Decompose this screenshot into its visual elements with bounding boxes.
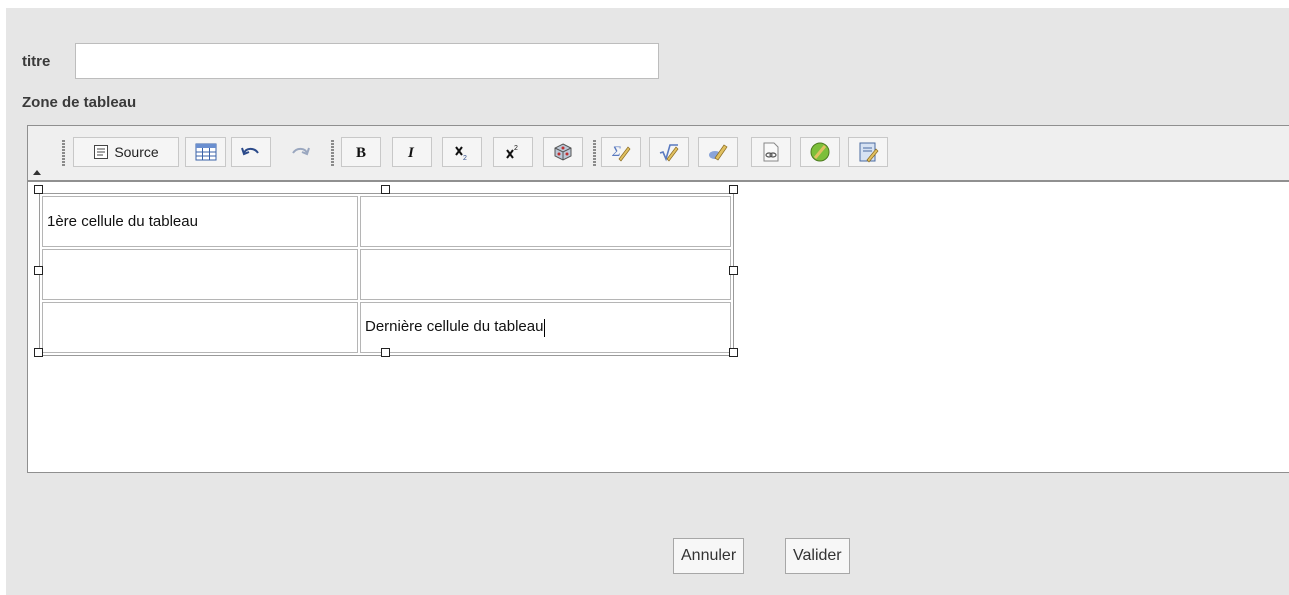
resize-handle[interactable] [34,185,43,194]
link-icon [763,142,779,162]
zone-label: Zone de tableau [22,94,137,111]
svg-text:2: 2 [463,155,467,161]
resize-handle[interactable] [381,348,390,357]
editable-table[interactable]: 1ère cellule du tableau Dernière cellule… [39,193,734,356]
svg-text:Σ: Σ [611,144,621,160]
text-caret [544,318,546,337]
green-ball-icon [810,142,830,162]
link-button[interactable] [751,137,791,167]
validate-button[interactable]: Valider [785,538,850,574]
editor-toolbar: Source B I 2 2 Σ [28,126,1289,182]
cube-icon [554,143,572,161]
svg-text:I: I [407,145,415,160]
sigma-edit-button[interactable]: Σ [601,137,641,167]
pencil-edit-button[interactable] [698,137,738,167]
table-cell[interactable]: 1ère cellule du tableau [42,196,358,247]
pencil-edit-icon [709,144,728,161]
notes-icon [859,142,879,163]
undo-icon [241,147,259,156]
table-row: 1ère cellule du tableau [42,196,731,247]
source-label: Source [114,144,159,160]
sqrt-edit-icon [659,144,679,162]
resize-handle[interactable] [381,185,390,194]
sigma-edit-icon: Σ [611,144,631,162]
undo-button[interactable] [231,137,271,167]
cancel-button[interactable]: Annuler [673,538,745,574]
editor-content-area[interactable]: 1ère cellule du tableau Dernière cellule… [28,182,1289,472]
resize-handle[interactable] [34,266,43,275]
table-cell[interactable] [42,302,358,353]
subscript-button[interactable]: 2 [442,137,482,167]
svg-text:2: 2 [514,145,518,152]
superscript-icon: 2 [506,145,518,159]
redo-button[interactable] [280,137,320,167]
toolbar-collapse-button[interactable] [30,146,41,178]
redo-icon [292,147,310,156]
title-input[interactable] [75,43,659,79]
cube-button[interactable] [543,137,583,167]
table-row: Dernière cellule du tableau [42,302,731,353]
table-button[interactable] [185,137,226,167]
resize-handle[interactable] [34,348,43,357]
table-cell[interactable] [360,249,731,300]
rich-text-editor: Source B I 2 2 Σ 1ère cellule du tableau… [27,125,1289,473]
resize-handle[interactable] [729,185,738,194]
resize-handle[interactable] [729,348,738,357]
table-cell[interactable] [360,196,731,247]
last-cell-text: Dernière cellule du tableau [365,318,544,336]
sqrt-edit-button[interactable] [649,137,689,167]
italic-icon: I [407,145,415,160]
bold-button[interactable]: B [341,137,381,167]
table-cell[interactable] [42,249,358,300]
notes-button[interactable] [848,137,888,167]
bold-icon: B [356,145,366,160]
toolbar-grip[interactable] [62,140,65,166]
green-ball-button[interactable] [800,137,840,167]
table-row [42,249,731,300]
table-cell-last[interactable]: Dernière cellule du tableau [360,302,731,353]
collapse-arrow-icon [33,170,41,175]
source-button[interactable]: Source [73,137,179,167]
source-icon [94,145,109,159]
toolbar-grip[interactable] [331,140,334,166]
toolbar-grip[interactable] [593,140,596,166]
resize-handle[interactable] [729,266,738,275]
subscript-icon: 2 [455,146,467,161]
superscript-button[interactable]: 2 [493,137,533,167]
italic-button[interactable]: I [392,137,432,167]
table-icon [195,143,216,161]
svg-text:B: B [356,145,366,160]
title-label: titre [22,53,51,70]
